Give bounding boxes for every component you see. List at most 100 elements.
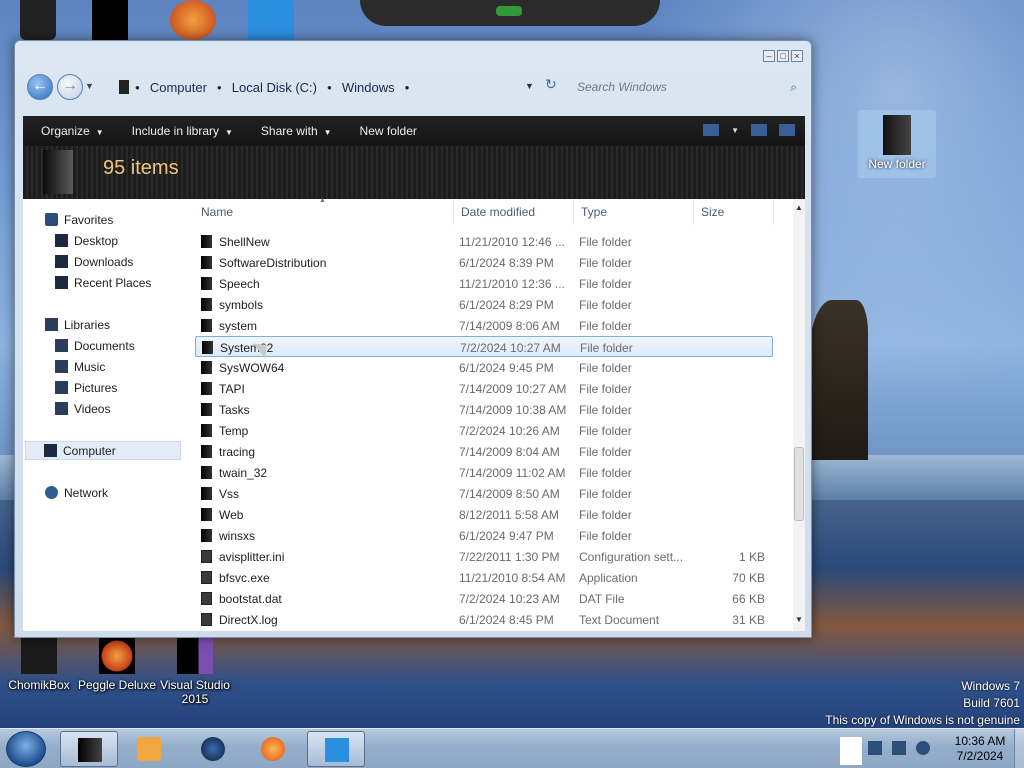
file-date: 6/1/2024 9:45 PM	[459, 361, 554, 375]
column-divider[interactable]	[693, 199, 694, 225]
table-row[interactable]: Speech 11/21/2010 12:36 ... File folder	[195, 273, 773, 294]
forward-button[interactable]: →	[57, 74, 83, 100]
minimize-button[interactable]: –	[763, 50, 775, 62]
nav-desktop[interactable]: Desktop	[55, 231, 118, 250]
table-row[interactable]: ShellNew 11/21/2010 12:46 ... File folder	[195, 231, 773, 252]
table-row[interactable]: avisplitter.ini 7/22/2011 1:30 PM Configur…	[195, 546, 773, 567]
table-row-selected[interactable]: System32 7/2/2024 10:27 AM File folder	[195, 336, 773, 357]
desktop-icon-top-4[interactable]	[248, 0, 294, 40]
include-in-library-button[interactable]: Include in library ▼	[132, 124, 233, 138]
scroll-up-icon[interactable]: ▲	[793, 203, 805, 215]
vertical-scrollbar[interactable]: ▲ ▼	[793, 199, 805, 631]
breadcrumb-computer[interactable]: Computer	[150, 80, 207, 95]
table-row[interactable]: SoftwareDistribution 6/1/2024 8:39 PM File…	[195, 252, 773, 273]
change-view-icon[interactable]	[703, 124, 720, 136]
tray-icon-2[interactable]	[892, 741, 906, 755]
file-size: 1 KB	[738, 550, 765, 564]
top-gadget	[360, 0, 660, 26]
taskbar-globe[interactable]	[184, 731, 242, 767]
table-row[interactable]: Vss 7/14/2009 8:50 AM File folder	[195, 483, 773, 504]
start-button[interactable]	[6, 731, 46, 767]
taskbar-firefox[interactable]	[244, 731, 302, 767]
table-row[interactable]: winsxs 6/1/2024 9:47 PM File folder	[195, 525, 773, 546]
refresh-icon[interactable]: ↻	[545, 76, 557, 93]
desktop-icon-top-1[interactable]	[20, 0, 56, 40]
nav-downloads[interactable]: Downloads	[55, 252, 133, 271]
table-row[interactable]: TAPI 7/14/2009 10:27 AM File folder	[195, 378, 773, 399]
table-row[interactable]: SysWOW64 6/1/2024 9:45 PM File folder	[195, 357, 773, 378]
taskbar-app[interactable]	[307, 731, 365, 767]
column-date-modified[interactable]: Date modified	[461, 205, 535, 219]
table-row[interactable]: bootstat.dat 7/2/2024 10:23 AM DAT File 66 …	[195, 588, 773, 609]
scroll-thumb[interactable]	[794, 447, 804, 521]
table-row[interactable]: Web 8/12/2011 5:58 AM File folder	[195, 504, 773, 525]
back-button[interactable]: ←	[27, 74, 53, 100]
breadcrumb-local-disk[interactable]: Local Disk (C:)	[232, 80, 317, 95]
file-name: TAPI	[219, 382, 245, 396]
nav-recent-places[interactable]: Recent Places	[55, 273, 151, 292]
tray-icon-1[interactable]	[868, 741, 882, 755]
taskbar-media-player[interactable]	[120, 731, 178, 767]
scroll-down-icon[interactable]: ▼	[793, 615, 805, 627]
tray-input[interactable]	[840, 737, 862, 765]
address-dropdown[interactable]: ▼	[525, 81, 534, 91]
nav-network[interactable]: Network	[45, 483, 108, 502]
desktop-icon-peggle[interactable]: Peggle Deluxe	[72, 638, 162, 692]
breadcrumb-windows[interactable]: Windows	[342, 80, 395, 95]
network-tray-icon[interactable]	[916, 741, 930, 755]
column-type[interactable]: Type	[581, 205, 607, 219]
table-row[interactable]: Tasks 7/14/2009 10:38 AM File folder	[195, 399, 773, 420]
search-placeholder: Search Windows	[577, 80, 667, 94]
column-divider[interactable]	[573, 199, 574, 225]
nav-favorites[interactable]: Favorites	[45, 210, 113, 229]
column-divider[interactable]	[453, 199, 454, 225]
folder-icon	[201, 487, 212, 500]
desktop-icon-top-3[interactable]	[170, 0, 216, 40]
table-row[interactable]: Temp 7/2/2024 10:26 AM File folder	[195, 420, 773, 441]
maximize-button[interactable]: □	[777, 50, 789, 62]
nav-libraries[interactable]: Libraries	[45, 315, 110, 334]
table-row[interactable]: bfsvc.exe 11/21/2010 8:54 AM Application 70…	[195, 567, 773, 588]
table-row[interactable]: symbols 6/1/2024 8:29 PM File folder	[195, 294, 773, 315]
taskbar-explorer[interactable]	[60, 731, 118, 767]
nav-videos[interactable]: Videos	[55, 399, 110, 418]
nav-documents[interactable]: Documents	[55, 336, 135, 355]
column-name[interactable]: Name	[201, 205, 233, 219]
table-row[interactable]: DirectX.log 6/1/2024 8:45 PM Text Document…	[195, 609, 773, 630]
table-row[interactable]: twain_32 7/14/2009 11:02 AM File folder	[195, 462, 773, 483]
search-input[interactable]: Search Windows ⌕	[569, 75, 801, 99]
desktop-new-folder[interactable]: New folder	[858, 110, 936, 178]
nav-pictures[interactable]: Pictures	[55, 378, 117, 397]
new-folder-button[interactable]: New folder	[360, 124, 417, 138]
application-icon	[201, 571, 212, 584]
breadcrumb-separator[interactable]: ●	[135, 83, 140, 92]
desktop-icon-top-2[interactable]	[92, 0, 128, 40]
column-divider[interactable]	[773, 199, 774, 225]
table-row[interactable]: tracing 7/14/2009 8:04 AM File folder	[195, 441, 773, 462]
preview-pane-icon[interactable]	[751, 124, 767, 136]
organize-button[interactable]: Organize ▼	[41, 124, 104, 138]
breadcrumb-separator[interactable]: ●	[327, 83, 332, 92]
nav-music[interactable]: Music	[55, 357, 105, 376]
file-name: system	[219, 319, 258, 333]
breadcrumb-separator[interactable]: ●	[405, 83, 410, 92]
file-name: bootstat.dat	[219, 592, 282, 606]
breadcrumb-separator[interactable]: ●	[217, 83, 222, 92]
search-icon[interactable]: ⌕	[790, 75, 797, 99]
close-button[interactable]: ×	[791, 50, 803, 62]
address-bar[interactable]: ● Computer ● Local Disk (C:) ● Windows ●	[99, 75, 549, 99]
view-dropdown[interactable]: ▼	[731, 126, 739, 135]
watermark-line: Build 7601	[963, 696, 1020, 710]
nav-label: Libraries	[64, 317, 111, 332]
show-desktop-button[interactable]	[1014, 729, 1024, 768]
column-size[interactable]: Size	[701, 205, 724, 219]
media-player-icon	[137, 737, 161, 761]
share-with-button[interactable]: Share with ▼	[261, 124, 332, 138]
desktop-icon-visual-studio[interactable]: Visual Studio 2015	[150, 638, 240, 706]
clock[interactable]: 10:36 AM 7/2/2024	[940, 734, 1020, 764]
recent-pages-dropdown[interactable]: ▼	[85, 81, 94, 91]
folder-icon	[201, 361, 212, 374]
table-row[interactable]: system 7/14/2009 8:06 AM File folder	[195, 315, 773, 336]
nav-computer[interactable]: Computer	[25, 441, 181, 460]
help-icon[interactable]	[779, 124, 795, 136]
